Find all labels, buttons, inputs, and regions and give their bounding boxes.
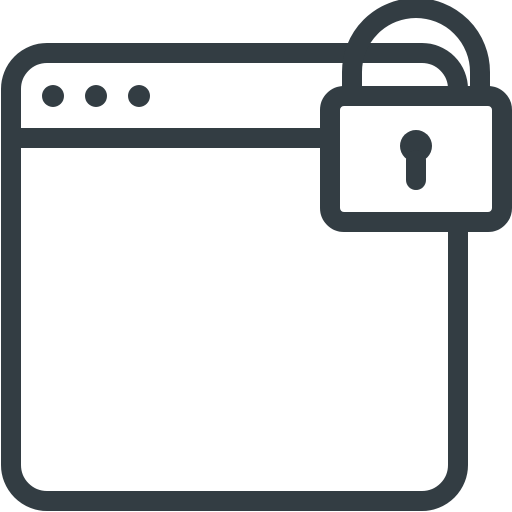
window-dot-icon <box>42 85 64 107</box>
window-dot-icon <box>128 85 150 107</box>
keyhole-slot <box>406 150 426 190</box>
window-dot-icon <box>85 85 107 107</box>
icon-canvas <box>0 0 512 512</box>
locked-browser-window-icon <box>1 0 512 511</box>
padlock-icon <box>320 0 512 232</box>
